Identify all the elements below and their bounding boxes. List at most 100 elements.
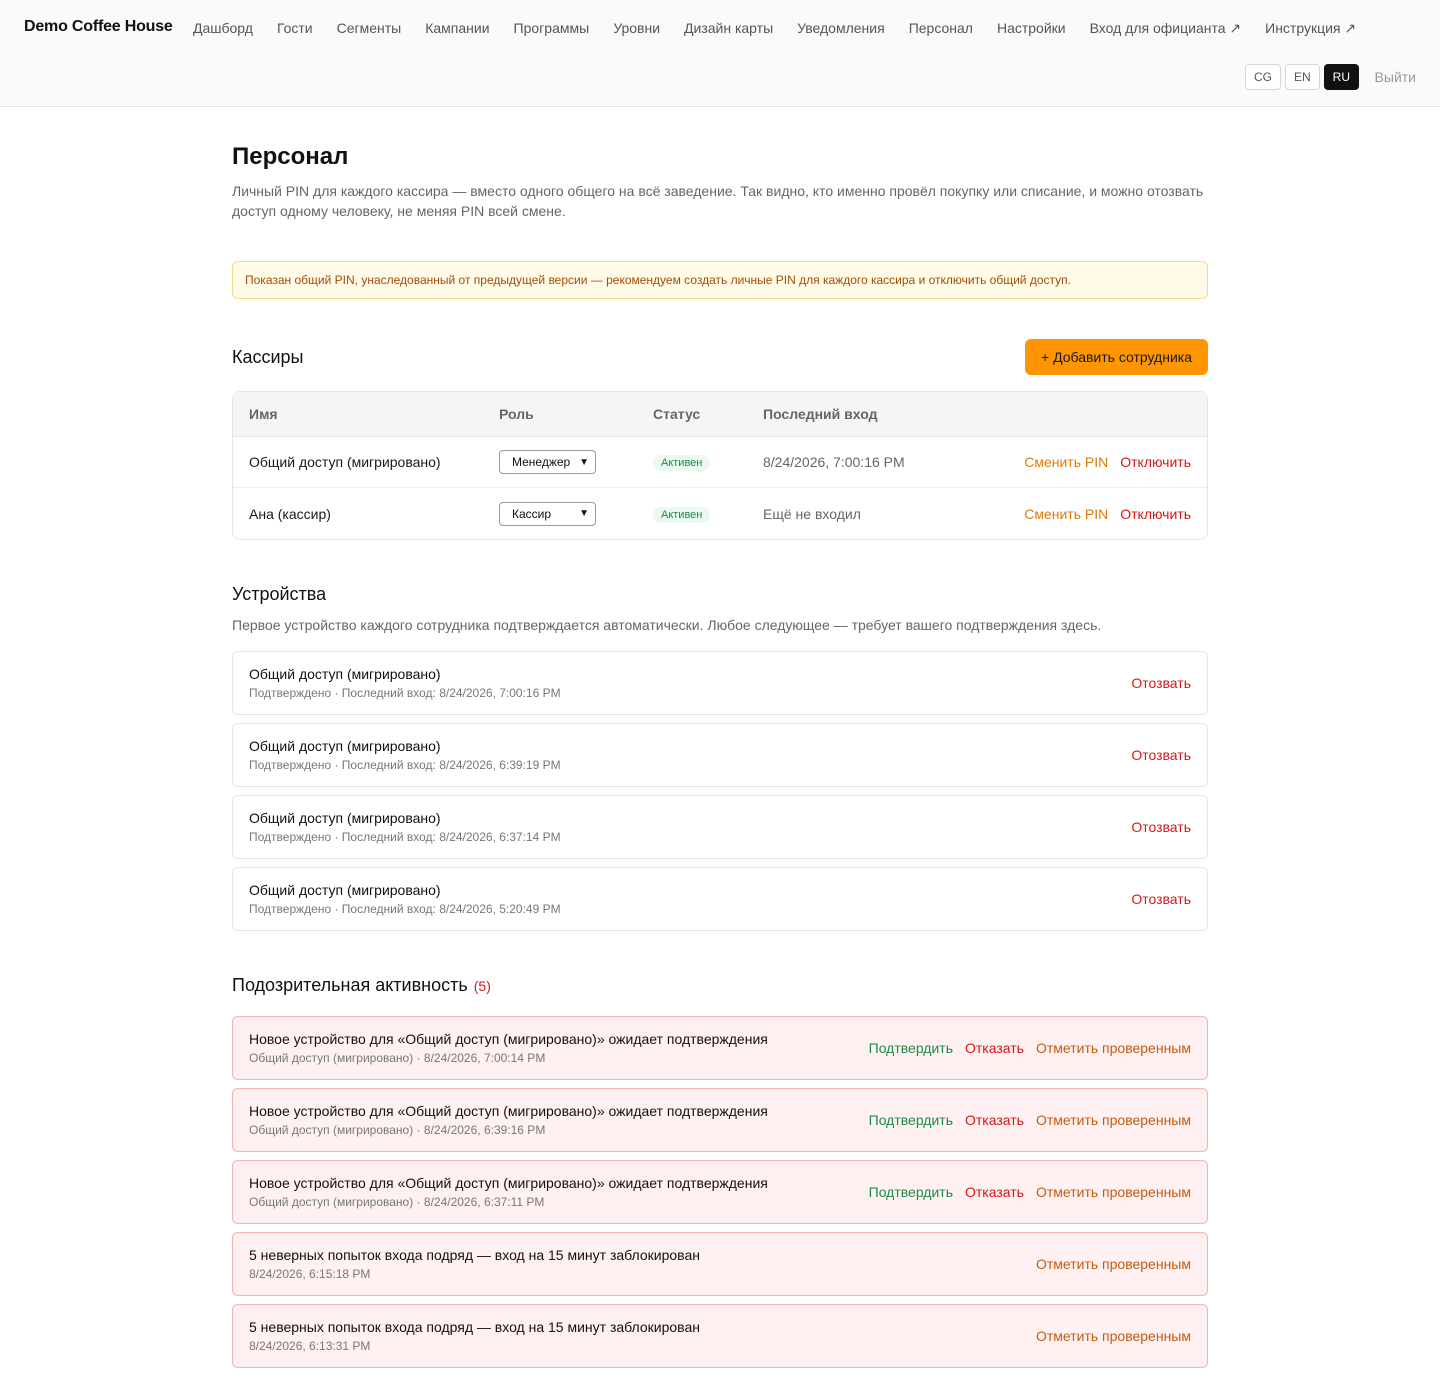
mark-reviewed-button[interactable]: Отметить проверенным (1036, 1112, 1191, 1128)
alert-meta: 8/24/2026, 6:13:31 PM (249, 1339, 371, 1353)
main-content: Персонал Личный PIN для каждого кассира … (232, 107, 1208, 1376)
nav-settings[interactable]: Настройки (997, 20, 1066, 37)
mark-reviewed-button[interactable]: Отметить проверенным (1036, 1040, 1191, 1056)
role-select-value: Менеджер (512, 455, 571, 469)
suspicious-item: 5 неверных попыток входа подряд — вход н… (232, 1232, 1208, 1296)
alert-title: Новое устройство для «Общий доступ (мигр… (249, 1175, 768, 1191)
revoke-button[interactable]: Отозвать (1131, 675, 1191, 691)
lang-ru-button[interactable]: RU (1323, 64, 1359, 90)
revoke-button[interactable]: Отозвать (1131, 747, 1191, 763)
page-lead: Личный PIN для каждого кассира — вместо … (232, 183, 1204, 219)
logout-button[interactable]: Выйти (1375, 69, 1416, 85)
lang-cg-button[interactable]: CG (1244, 64, 1281, 90)
role-select[interactable]: Менеджер ▼ (499, 450, 596, 474)
device-meta: Подтверждено · Последний вход: 8/24/2026… (249, 686, 561, 700)
chevron-down-icon: ▼ (579, 456, 589, 468)
alert-title: Новое устройство для «Общий доступ (мигр… (249, 1031, 768, 1047)
approve-button[interactable]: Подтвердить (869, 1184, 953, 1200)
table-row: Общий доступ (мигрировано) Менеджер ▼ Акт… (233, 437, 1207, 488)
suspicious-item: Новое устройство для «Общий доступ (мигр… (232, 1016, 1208, 1080)
brand-name[interactable]: Demo Coffee House (24, 18, 173, 36)
chevron-down-icon: ▼ (579, 508, 589, 519)
approve-button[interactable]: Подтвердить (869, 1112, 953, 1128)
last-login: Ещё не входил (763, 505, 861, 522)
add-staff-button[interactable]: + Добавить сотрудника (1025, 339, 1208, 375)
alert-meta: Общий доступ (мигрировано) · 8/24/2026, … (249, 1195, 545, 1209)
status-badge: Активен (653, 455, 711, 471)
device-card: Общий доступ (мигрировано) Подтверждено ·… (232, 651, 1208, 715)
nav-guests[interactable]: Гости (277, 20, 313, 37)
suspicious-item: Новое устройство для «Общий доступ (мигр… (232, 1088, 1208, 1152)
nav-notifications[interactable]: Уведомления (797, 20, 885, 37)
top-bar: Demo Coffee House Дашборд Гости Сегменты… (0, 0, 1440, 107)
reject-button[interactable]: Отказать (965, 1040, 1024, 1056)
suspicious-title: Подозрительная активность (5) (232, 975, 1208, 996)
disable-button[interactable]: Отключить (1120, 506, 1191, 522)
cashier-name: Общий доступ (мигрировано) (249, 454, 441, 470)
nav-waiter-login[interactable]: Вход для официанта ↗ (1090, 20, 1242, 37)
cashier-name: Ана (кассир) (249, 505, 331, 522)
revoke-button[interactable]: Отозвать (1131, 891, 1191, 907)
col-name: Имя (249, 406, 278, 422)
table-header: Имя Роль Статус Последний вход (233, 392, 1207, 437)
mark-reviewed-button[interactable]: Отметить проверенным (1036, 1328, 1191, 1344)
nav-campaigns[interactable]: Кампании (425, 20, 489, 37)
mark-reviewed-button[interactable]: Отметить проверенным (1036, 1184, 1191, 1200)
suspicious-item: Новое устройство для «Общий доступ (мигр… (232, 1160, 1208, 1224)
language-switcher: CG EN RU (1244, 64, 1359, 90)
cashiers-table: Имя Роль Статус Последний вход Общий дос… (232, 391, 1208, 540)
alert-meta: Общий доступ (мигрировано) · 8/24/2026, … (249, 1123, 546, 1137)
nav-instructions[interactable]: Инструкция ↗ (1265, 20, 1356, 37)
page-title: Персонал (232, 143, 349, 170)
devices-description: Первое устройство каждого сотрудника под… (232, 617, 1102, 633)
device-card: Общий доступ (мигрировано) Подтверждено ·… (232, 795, 1208, 859)
change-pin-button[interactable]: Сменить PIN (1024, 454, 1108, 470)
alert-title: 5 неверных попыток входа подряд — вход н… (249, 1319, 700, 1335)
device-owner: Общий доступ (мигрировано) (249, 738, 441, 754)
cashiers-header: Кассиры + Добавить сотрудника (232, 339, 1208, 375)
alert-title: Новое устройство для «Общий доступ (мигр… (249, 1103, 768, 1119)
device-card: Общий доступ (мигрировано) Подтверждено ·… (232, 867, 1208, 931)
role-select-value: Кассир (512, 506, 552, 521)
mark-reviewed-button[interactable]: Отметить проверенным (1036, 1256, 1191, 1272)
lang-en-button[interactable]: EN (1284, 64, 1320, 90)
suspicious-item: 5 неверных попыток входа подряд — вход н… (232, 1304, 1208, 1368)
change-pin-button[interactable]: Сменить PIN (1024, 506, 1108, 522)
device-owner: Общий доступ (мигрировано) (249, 666, 441, 682)
disable-button[interactable]: Отключить (1120, 454, 1191, 470)
suspicious-list: Новое устройство для «Общий доступ (мигр… (232, 1016, 1208, 1368)
col-role: Роль (499, 406, 534, 422)
device-meta: Подтверждено · Последний вход: 8/24/2026… (249, 830, 561, 844)
shared-pin-notice: Показан общий PIN, унаследованный от пре… (232, 261, 1208, 299)
reject-button[interactable]: Отказать (965, 1112, 1024, 1128)
nav-card-design[interactable]: Дизайн карты (684, 20, 773, 37)
nav-segments[interactable]: Сегменты (337, 20, 402, 37)
main-nav: Дашборд Гости Сегменты Кампании Программ… (193, 20, 1380, 37)
alert-meta: Общий доступ (мигрировано) · 8/24/2026, … (249, 1051, 546, 1065)
nav-levels[interactable]: Уровни (613, 20, 660, 37)
col-status: Статус (653, 406, 701, 422)
revoke-button[interactable]: Отозвать (1131, 819, 1191, 835)
reject-button[interactable]: Отказать (965, 1184, 1024, 1200)
device-owner: Общий доступ (мигрировано) (249, 882, 441, 898)
col-last-login: Последний вход (763, 406, 878, 422)
cashiers-title: Кассиры (232, 346, 304, 367)
table-row: Ана (кассир) Кассир ▼ Активен Ещё не вход… (233, 488, 1207, 539)
device-meta: Подтверждено · Последний вход: 8/24/2026… (249, 758, 561, 772)
suspicious-title-text: Подозрительная активность (232, 975, 468, 995)
role-select[interactable]: Кассир ▼ (499, 501, 596, 526)
approve-button[interactable]: Подтвердить (869, 1040, 953, 1056)
alert-meta: 8/24/2026, 6:15:18 PM (249, 1267, 371, 1281)
nav-dashboard[interactable]: Дашборд (193, 20, 253, 37)
nav-staff[interactable]: Персонал (909, 20, 973, 37)
device-meta: Подтверждено · Последний вход: 8/24/2026… (249, 902, 561, 916)
suspicious-count-badge: (5) (473, 978, 491, 994)
nav-programs[interactable]: Программы (514, 20, 590, 37)
last-login: 8/24/2026, 7:00:16 PM (763, 454, 905, 470)
devices-title: Устройства (232, 584, 327, 604)
alert-title: 5 неверных попыток входа подряд — вход н… (249, 1247, 700, 1263)
device-card: Общий доступ (мигрировано) Подтверждено ·… (232, 723, 1208, 787)
status-badge: Активен (653, 506, 711, 523)
devices-list: Общий доступ (мигрировано) Подтверждено ·… (232, 651, 1208, 931)
device-owner: Общий доступ (мигрировано) (249, 810, 441, 826)
